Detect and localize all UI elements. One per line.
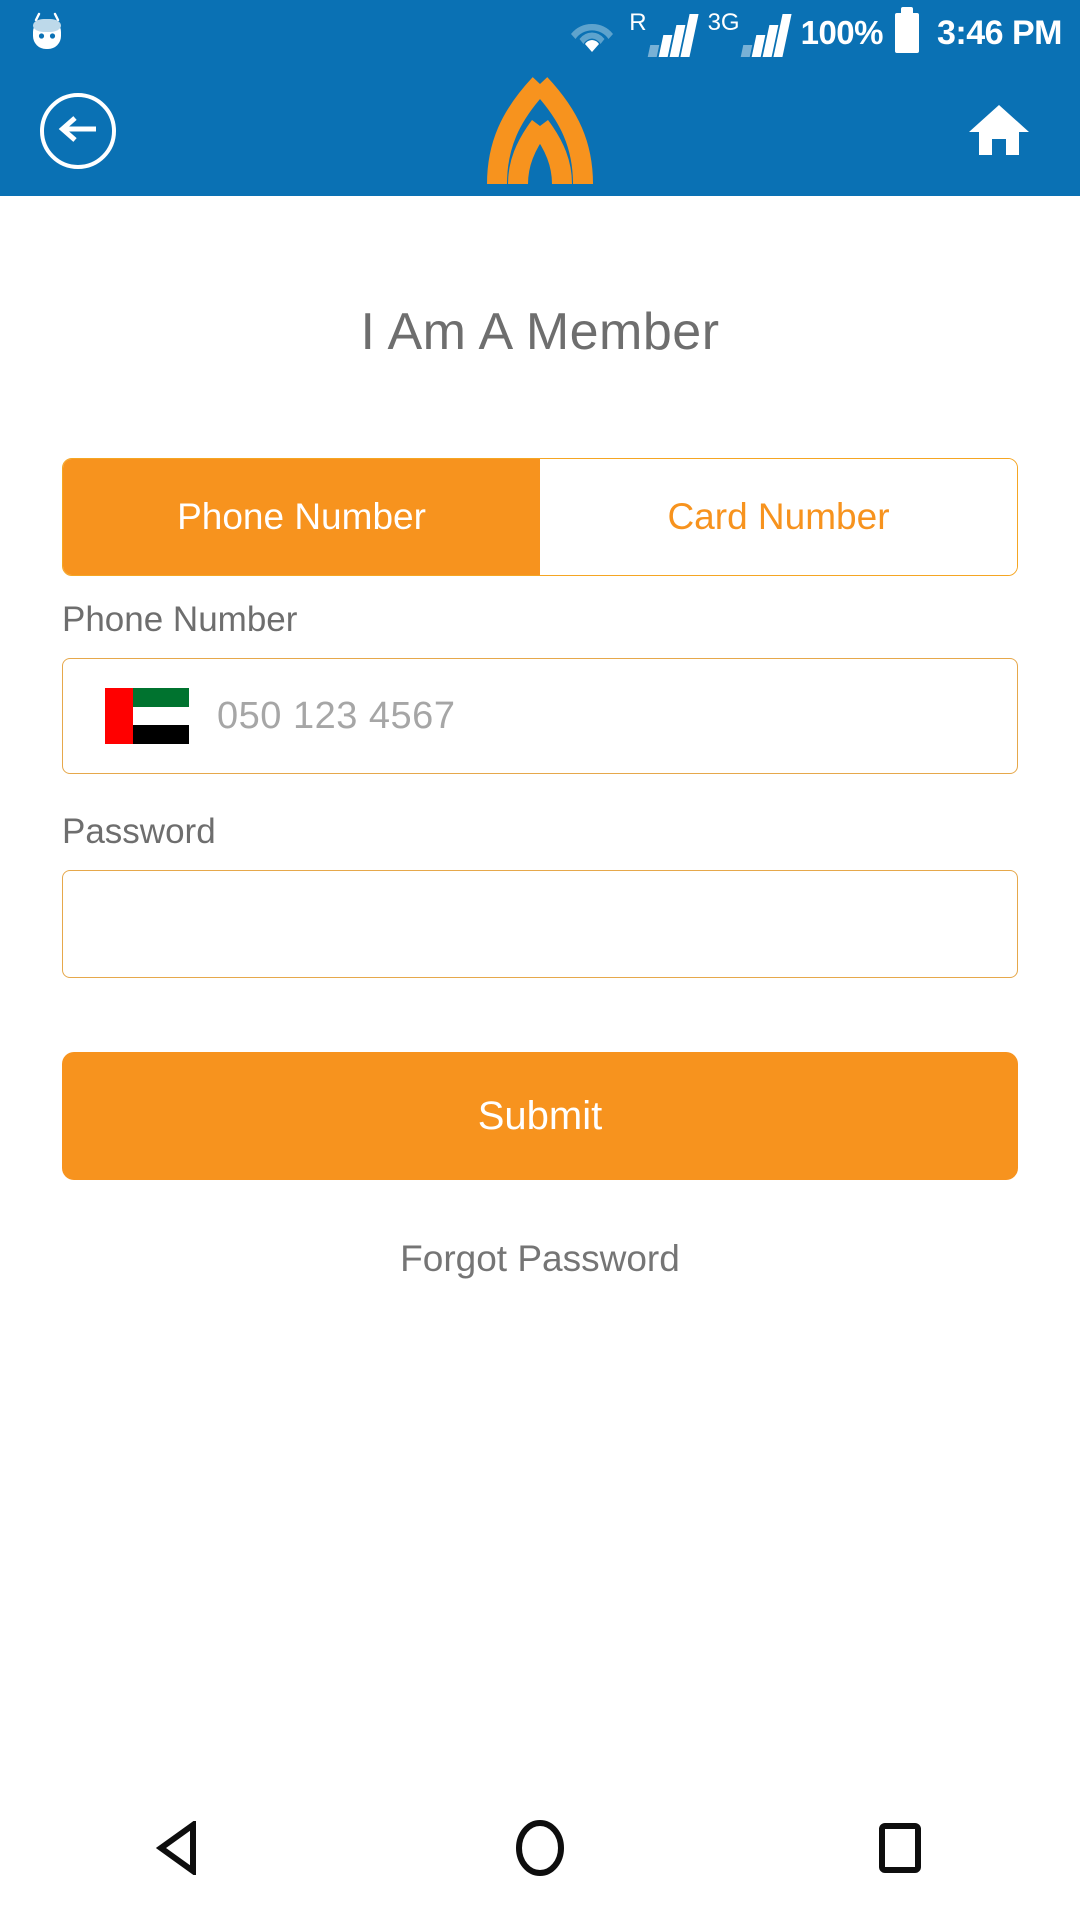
app-header xyxy=(0,66,1080,196)
sim2-signal-indicator: 3G xyxy=(707,9,792,57)
signal-bars-icon xyxy=(740,13,792,57)
cyanogenmod-robot-icon xyxy=(26,12,68,54)
nav-home-button[interactable] xyxy=(480,1800,600,1900)
nav-back-triangle-icon xyxy=(155,1818,205,1880)
nav-recents-square-icon xyxy=(875,1821,925,1880)
nav-back-button[interactable] xyxy=(120,1800,240,1900)
sim1-roaming-label: R xyxy=(629,9,647,36)
header-home-button[interactable] xyxy=(964,96,1034,166)
status-bar-clock: 3:46 PM xyxy=(937,13,1063,52)
nav-home-circle-icon xyxy=(513,1819,567,1882)
app-logo-icon xyxy=(465,74,615,189)
sim1-signal-indicator: R xyxy=(629,9,699,57)
submit-button[interactable]: Submit xyxy=(62,1052,1018,1180)
home-icon xyxy=(967,99,1031,164)
signal-bars-icon xyxy=(647,13,699,57)
status-bar: R 3G 100% 3:46 PM xyxy=(0,0,1080,66)
status-bar-indicators: R 3G 100% 3:46 PM xyxy=(569,7,1063,57)
nav-recents-button[interactable] xyxy=(840,1800,960,1900)
back-arrow-icon xyxy=(56,109,100,154)
android-navigation-bar xyxy=(0,1780,1080,1920)
password-label: Password xyxy=(62,812,216,851)
app-logo xyxy=(445,66,635,196)
uae-flag-icon xyxy=(105,688,189,744)
phone-number-label: Phone Number xyxy=(62,600,298,639)
page-title: I Am A Member xyxy=(360,303,720,361)
phone-number-input[interactable]: 050 123 4567 xyxy=(62,658,1018,774)
main-content: I Am A Member Phone Number Card Number P… xyxy=(0,196,1080,1780)
wifi-icon xyxy=(569,14,615,52)
tab-card-number[interactable]: Card Number xyxy=(540,459,1017,575)
phone-screen: R 3G 100% 3:46 PM I Am A Member Phone Nu… xyxy=(0,0,1080,1920)
phone-number-placeholder: 050 123 4567 xyxy=(217,694,456,737)
tab-phone-number[interactable]: Phone Number xyxy=(63,459,540,575)
password-input[interactable] xyxy=(62,870,1018,978)
login-method-tabs: Phone Number Card Number xyxy=(62,458,1018,576)
header-back-button[interactable] xyxy=(40,93,116,169)
status-bar-notifications xyxy=(26,12,68,54)
forgot-password-link[interactable]: Forgot Password xyxy=(62,1238,1018,1280)
battery-percentage: 100% xyxy=(800,14,884,51)
sim2-network-label: 3G xyxy=(707,9,740,36)
battery-full-icon xyxy=(895,7,919,53)
